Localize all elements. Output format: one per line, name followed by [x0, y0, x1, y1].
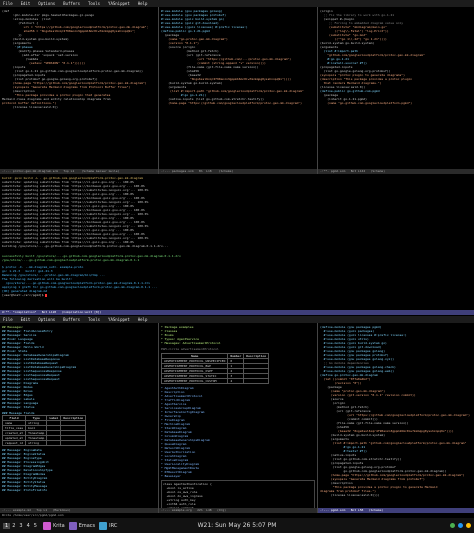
menu-item-yasnippet[interactable]: YASnippet — [107, 1, 131, 6]
modeline-top-right: -:**- pgmd.scm Bot L142 (Scheme) — [318, 169, 474, 174]
table-cell: request_id — [1, 440, 27, 446]
code-area[interactable]: #:use-module (gnu packages golang) #:use-… — [161, 9, 315, 105]
editor-pane-top-right[interactable]: (origin ;; fix the library to work with … — [318, 7, 474, 169]
menu-item-options[interactable]: Options — [37, 317, 56, 322]
taskbar-app-irc[interactable]: IRC — [99, 521, 118, 530]
workspace-4[interactable]: 4 — [25, 523, 32, 529]
code-line: ## Message: ProtoFileInfo — [2, 488, 48, 492]
system-taskbar: 12345 Krita Emacs IRC W21: Sun May 26 5:07… — [0, 518, 474, 533]
column-header: Description — [60, 415, 87, 421]
menu-item-file[interactable]: File — [2, 1, 14, 6]
menu-item-options[interactable]: Options — [37, 1, 56, 6]
message-list-tail: ## Message: EngineData ## Message: Engine… — [2, 448, 156, 492]
modeline-compilation: U:**- *compilation* Bot L120 (Compilatio… — [0, 310, 474, 315]
editor-pane-top-left[interactable]: (def :ghc-module-dir pkgs.haskellPackage… — [0, 7, 158, 169]
workspace-3[interactable]: 3 — [17, 523, 24, 529]
substitute-log: substitute: updating substitutes from 'h… — [2, 180, 472, 248]
table-cell: updated_at — [1, 435, 27, 441]
table-cell — [243, 378, 270, 384]
fields-table: Field Type Label Description name string title… — [1, 415, 87, 446]
table-cell: title_case — [1, 425, 27, 431]
app-label: Krita — [52, 522, 65, 529]
code-line: (license license:asl2.0)))) — [320, 493, 380, 497]
build-log: $ protoc -I. --mk-diagram_out=. example.… — [2, 265, 472, 293]
table-cell: ADVERTISEMENT_PROTOCOL_UNSPECIFIED — [160, 358, 229, 364]
modeline-top-middle: -:--- packages.scm 8% L18 (Scheme) — [159, 169, 317, 174]
table-cell — [60, 440, 87, 446]
code-area[interactable]: (define-module (gnu packages pgmd) #:use… — [320, 325, 472, 497]
code-line: (name "go-github-com-googlecloudplatform… — [320, 101, 413, 105]
emacs-menubar: File Edit Options Buffers Tools YASnippet Help — [0, 0, 474, 7]
enum-table: Name Number Description ADVERTISEMENT_PROTO… — [160, 353, 270, 384]
emacs-menubar-lower: File Edit Options Buffers Tools YASnippet Help — [0, 316, 474, 323]
volume-icon[interactable] — [458, 523, 463, 528]
modeline-top-left: -:--- protoc-gen-mk-diagram.scm Top L1 (… — [0, 169, 158, 174]
prompt-text: [user@host:~/src/pgmd]$ — [2, 293, 46, 297]
workspace-switcher[interactable]: 12345 — [3, 522, 39, 529]
table-cell: created_at — [1, 430, 27, 436]
code-line: (license license:asl2.0)) — [2, 105, 58, 109]
clock[interactable]: W21: Sun May 26 5:07 PM — [198, 522, 277, 528]
code-line: (home-page "https://github.com/googleclo… — [161, 101, 302, 105]
menu-item-help[interactable]: Help — [137, 1, 149, 6]
table-cell: ADVERTISEMENT_PROTOCOL_CUSTOM — [160, 378, 229, 384]
shell-prompt[interactable]: [user@host:~/src/pgmd]$ — [2, 293, 472, 297]
build-result: successfully built /gnu/store/...-go-git… — [2, 254, 472, 262]
menu-item-edit[interactable]: Edit — [20, 1, 32, 6]
app-icon — [42, 521, 51, 530]
editor-pane-bottom-left[interactable]: ## Messages: ## Message: FieldAccessEntr… — [0, 323, 158, 508]
menu-item-yasnippet[interactable]: YASnippet — [107, 317, 131, 322]
code-line: * Messages: AdvertisementProtocol — [161, 341, 221, 345]
text-cursor — [45, 293, 48, 297]
org-link-list: * AgentAuthDiagram * Description * Adverti… — [161, 386, 315, 478]
message-list: ## Message: FieldAccessEntry ## Message: … — [2, 329, 156, 409]
mermaid-code-block: class AgentAuthentication { +bool is_act… — [161, 480, 315, 508]
workspace-5[interactable]: 5 — [32, 523, 39, 529]
system-tray — [450, 523, 471, 528]
code-area[interactable]: (def :ghc-module-dir pkgs.haskellPackage… — [2, 9, 156, 109]
org-subheading: PGM-circle advertisementProtocol — [161, 347, 219, 351]
compilation-pane[interactable]: build: guix build -L . go-github-com-goo… — [0, 175, 474, 253]
app-icon — [99, 521, 108, 530]
battery-icon[interactable] — [466, 523, 471, 528]
app-label: Emacs — [78, 522, 96, 529]
menu-item-file[interactable]: File — [2, 317, 14, 322]
code-line: * BaseLayer — [161, 474, 181, 478]
menu-item-buffers[interactable]: Buffers — [62, 1, 81, 6]
menu-item-help[interactable]: Help — [137, 317, 149, 322]
menu-item-tools[interactable]: Tools — [87, 1, 101, 6]
table-cell — [46, 440, 62, 446]
table-cell: Timestamp — [25, 430, 48, 436]
code-area[interactable]: (origin ;; fix the library to work with … — [320, 9, 472, 105]
app-label: IRC — [109, 522, 118, 529]
app-icon — [68, 521, 77, 530]
compilation-result-pane[interactable]: successfully built /gnu/store/...-go-git… — [0, 253, 474, 310]
table-cell: Timestamp — [25, 435, 48, 441]
editor-pane-bottom-middle[interactable]: * Package examples * Classes * Enums * Typ… — [159, 323, 317, 508]
table-cell: 4 — [227, 378, 245, 384]
menu-item-tools[interactable]: Tools — [87, 317, 101, 322]
menu-item-edit[interactable]: Edit — [20, 317, 32, 322]
code-line: ## Message: Status — [2, 405, 35, 409]
table-row: request_id string — [1, 440, 87, 446]
app-list: Krita Emacs IRC — [42, 521, 118, 530]
taskbar-app-krita[interactable]: Krita — [42, 521, 65, 530]
column-header: Description — [243, 353, 270, 359]
menu-item-buffers[interactable]: Buffers — [62, 317, 81, 322]
code-line: sha256 = "0ngs6ssl6xqr4f90anzn3gppm16mc0… — [2, 29, 136, 33]
table-row: ADVERTISEMENT_PROTOCOL_CUSTOM 4 — [160, 378, 270, 384]
taskbar-app-emacs[interactable]: Emacs — [68, 521, 96, 530]
editor-pane-bottom-right[interactable]: (define-module (gnu packages pgmd) #:use… — [318, 323, 474, 508]
network-icon[interactable] — [450, 523, 455, 528]
table-cell: string — [25, 440, 48, 446]
org-items: * Classes * Enums * Types: AgentService * M… — [161, 329, 315, 345]
editor-pane-top-middle[interactable]: #:use-module (gnu packages golang) #:use-… — [159, 7, 317, 169]
code-line: building /gnu/store/...-go-github-com-go… — [2, 244, 169, 248]
